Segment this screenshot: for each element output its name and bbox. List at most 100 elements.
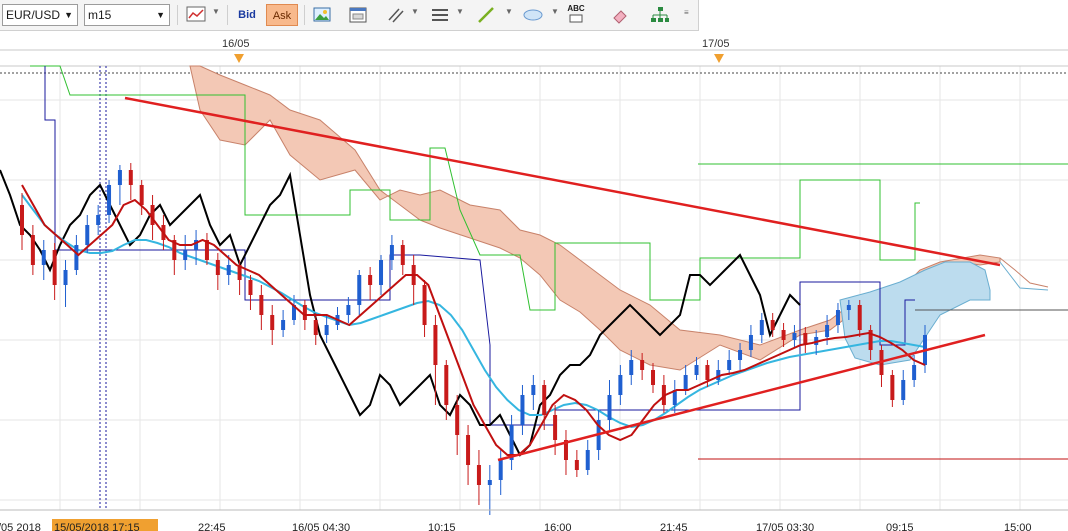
candle-body[interactable] [226,265,231,275]
candle-body[interactable] [139,185,144,205]
x-tick-label: 21:45 [660,522,688,531]
candle-body[interactable] [30,235,35,265]
chevron-down-icon[interactable]: ▼ [551,7,559,16]
candle-body[interactable] [302,305,307,320]
x-tick-label: 16/05 04:30 [292,522,350,531]
eraser-icon [613,10,627,24]
chevron-down-icon[interactable]: ▼ [212,7,220,16]
candle-body[interactable] [357,275,362,305]
candle-body[interactable] [629,360,634,375]
candle-body[interactable] [313,320,318,335]
candle-body[interactable] [542,385,547,415]
candle-body[interactable] [422,285,427,325]
candle-body[interactable] [901,380,906,400]
candle-body[interactable] [63,270,68,285]
indicators-button[interactable] [426,4,454,26]
lines-tool-button[interactable] [382,4,410,26]
candle-body[interactable] [683,375,688,390]
candle-body[interactable] [248,280,253,295]
window-icon [349,7,367,23]
chart-toolbar: EUR/USD ▼ m15 ▼ ▼ Bid Ask ▼ ▼ ▼ ▼ ABC ≡ [0,0,699,31]
candle-body[interactable] [259,295,264,315]
chevron-down-icon[interactable]: ▼ [505,7,513,16]
shape-tool-button[interactable] [518,4,548,26]
candle-body[interactable] [368,275,373,285]
candle-body[interactable] [846,305,851,310]
candle-body[interactable] [466,435,471,465]
candle-body[interactable] [389,245,394,260]
candle-body[interactable] [487,480,492,485]
candle-body[interactable] [281,320,286,330]
candle-body[interactable] [107,185,112,215]
x-tick-label: 09:15 [886,522,914,531]
chart-type-icon [186,6,206,22]
candle-body[interactable] [531,385,536,395]
timeframe-select[interactable]: m15 ▼ [84,4,170,26]
date-marker-triangle[interactable] [714,54,724,63]
overflow-menu-icon[interactable]: ≡ [684,8,689,17]
candle-body[interactable] [270,315,275,330]
candle-body[interactable] [183,250,188,260]
candle-body[interactable] [770,320,775,330]
candle-body[interactable] [607,395,612,420]
candle-body[interactable] [346,305,351,315]
candle-body[interactable] [727,360,732,370]
price-chart[interactable]: 16/05 17/05 /05 2018 15/05/2018 17:15 22… [0,31,1068,531]
ask-button[interactable]: Ask [266,4,298,26]
candle-body[interactable] [74,245,79,270]
candle-body[interactable] [792,333,797,340]
candle-body[interactable] [20,205,24,235]
image-button[interactable] [308,4,336,26]
candle-body[interactable] [857,305,862,330]
candle-body[interactable] [585,450,590,470]
candle-body[interactable] [705,365,710,380]
candle-body[interactable] [476,465,481,485]
candle-body[interactable] [215,260,220,275]
x-tick-label: 10:15 [428,522,456,531]
chevron-down-icon[interactable]: ▼ [411,7,419,16]
candle-body[interactable] [520,395,525,425]
descending-trendline[interactable] [124,96,1001,267]
candle-body[interactable] [912,365,917,380]
candle-body[interactable] [890,375,895,400]
candle-body[interactable] [52,250,57,285]
candle-body[interactable] [640,360,645,370]
candle-body[interactable] [574,460,579,470]
candle-body[interactable] [85,225,90,245]
candle-body[interactable] [117,170,122,185]
candle-body[interactable] [825,325,830,337]
candle-body[interactable] [498,460,503,480]
bid-button[interactable]: Bid [233,4,261,26]
candle-body[interactable] [379,260,384,285]
chevron-down-icon: ▼ [156,10,165,20]
candle-body[interactable] [433,325,438,365]
x-tick-label: 22:45 [198,522,226,531]
candle-body[interactable] [455,405,460,435]
candle-body[interactable] [444,365,449,405]
candle-body[interactable] [618,375,623,395]
candle-body[interactable] [759,320,764,335]
candle-body[interactable] [694,365,699,375]
candle-body[interactable] [748,335,753,350]
candle-body[interactable] [781,330,786,340]
toolbar-divider [177,5,178,25]
date-marker-triangle[interactable] [234,54,244,63]
template-button[interactable] [344,4,372,26]
x-axis: /05 2018 15/05/2018 17:15 22:45 16/05 04… [0,509,1068,531]
trendline-tool-button[interactable] [472,4,500,26]
candle-body[interactable] [400,245,405,265]
hierarchy-button[interactable] [646,4,674,26]
candle-body[interactable] [553,415,558,440]
candle-body[interactable] [835,310,840,325]
eraser-button[interactable] [606,4,634,26]
candle-body[interactable] [96,215,101,225]
text-tool-button[interactable]: ABC [562,4,590,26]
symbol-select[interactable]: EUR/USD ▼ [2,4,78,26]
candle-body[interactable] [128,170,133,185]
chart-type-button[interactable] [182,4,210,26]
chevron-down-icon[interactable]: ▼ [456,7,464,16]
candle-body[interactable] [324,325,329,335]
candle-body[interactable] [738,350,743,360]
candle-body[interactable] [41,250,46,265]
candle-body[interactable] [651,370,656,385]
